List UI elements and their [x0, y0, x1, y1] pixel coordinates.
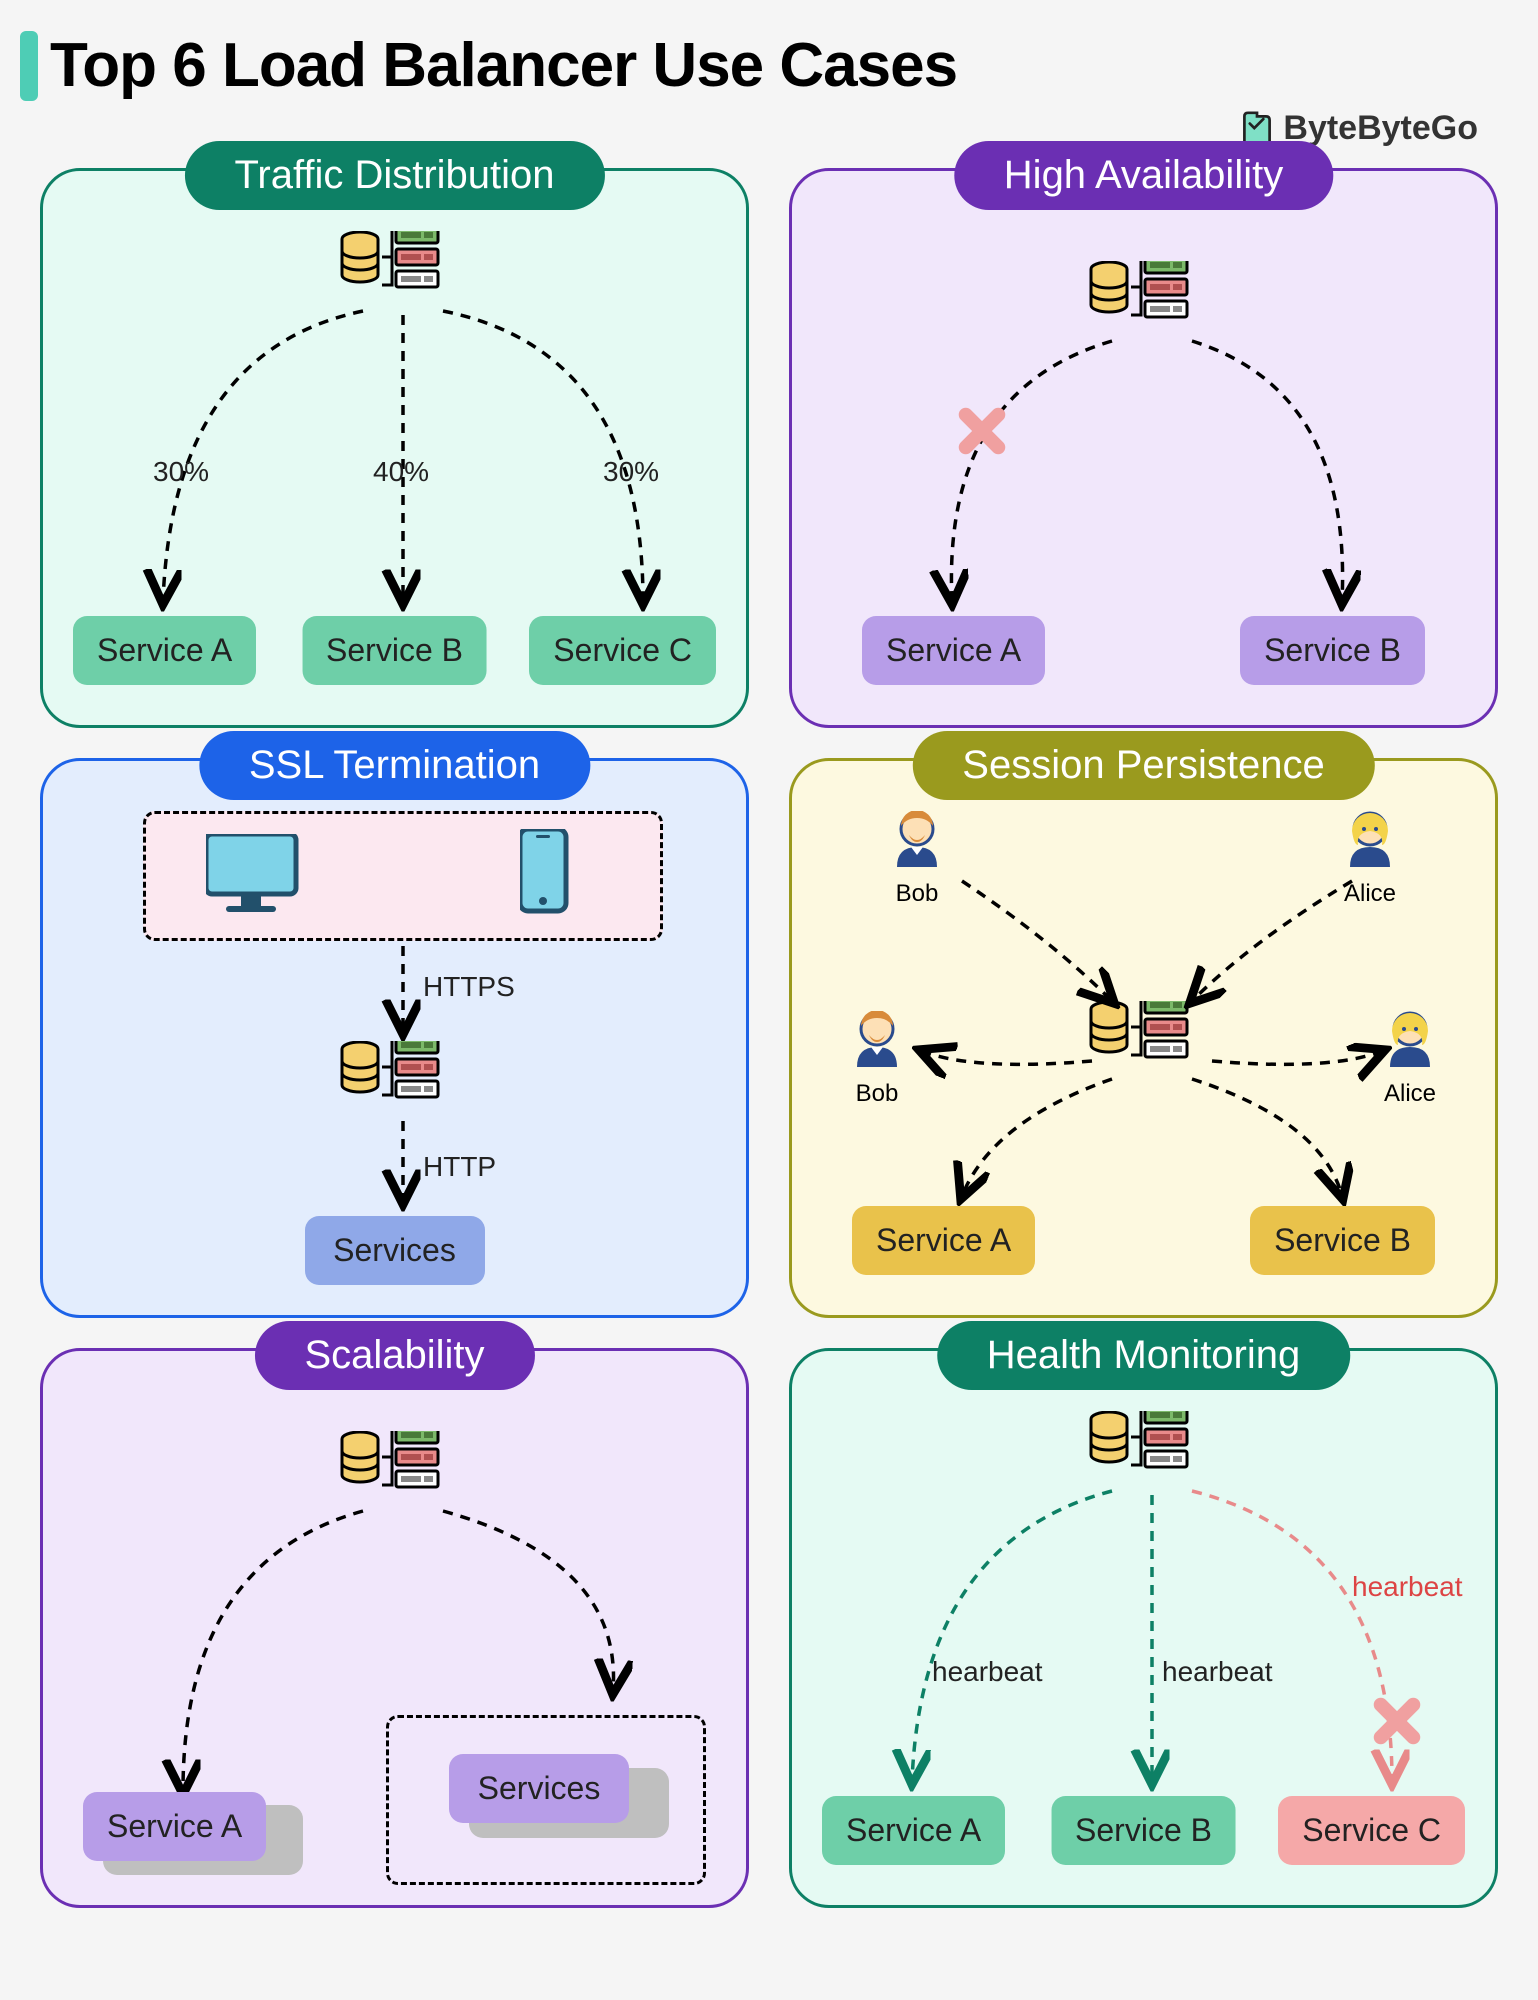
card-title: Traffic Distribution — [184, 141, 604, 210]
load-balancer-icon — [340, 1041, 450, 1111]
brand-text: ByteByteGo — [1283, 109, 1478, 148]
service-b-box: Service B — [1051, 1796, 1236, 1865]
service-a-box: Service A — [73, 616, 256, 685]
services-box: Services — [305, 1216, 485, 1285]
hb-c-label: hearbeat — [1352, 1571, 1463, 1603]
pct-b-label: 40% — [373, 456, 429, 488]
scaling-group-box: Services — [386, 1715, 706, 1885]
service-a-box: Service A — [862, 616, 1045, 685]
card-scalability: Scalability Service A Services — [40, 1348, 749, 1908]
service-a-box: Service A — [83, 1792, 266, 1861]
page-title: Top 6 Load Balancer Use Cases — [50, 30, 957, 101]
service-b-box: Service B — [1250, 1206, 1435, 1275]
card-title: Health Monitoring — [937, 1321, 1351, 1390]
http-label: HTTP — [423, 1151, 496, 1183]
card-title: SSL Termination — [199, 731, 590, 800]
pct-a-label: 30% — [153, 456, 209, 488]
hb-a-label: hearbeat — [932, 1656, 1043, 1688]
card-ssl-termination: SSL Termination HTTPS HTTP Services — [40, 758, 749, 1318]
card-traffic-distribution: Traffic Distribution 30% 40% 30% Service… — [40, 168, 749, 728]
x-mark-icon — [952, 401, 1012, 461]
services-box: Services — [449, 1754, 629, 1823]
service-a-box: Service A — [852, 1206, 1035, 1275]
service-b-box: Service B — [1240, 616, 1425, 685]
card-session-persistence: Session Persistence Bob Alice Bob Alice — [789, 758, 1498, 1318]
service-a-box: Service A — [822, 1796, 1005, 1865]
card-high-availability: High Availability Service A Service B — [789, 168, 1498, 728]
x-mark-icon — [1367, 1691, 1427, 1751]
accent-bar — [20, 31, 38, 101]
service-c-box: Service C — [1278, 1796, 1465, 1865]
page-header: Top 6 Load Balancer Use Cases — [20, 30, 1518, 101]
cards-grid: Traffic Distribution 30% 40% 30% Service… — [20, 168, 1518, 1908]
card-title: High Availability — [954, 141, 1333, 210]
hb-b-label: hearbeat — [1162, 1656, 1273, 1688]
card-title: Scalability — [254, 1321, 534, 1390]
card-title: Session Persistence — [912, 731, 1374, 800]
service-c-box: Service C — [529, 616, 716, 685]
pct-c-label: 30% — [603, 456, 659, 488]
https-label: HTTPS — [423, 971, 515, 1003]
card-health-monitoring: Health Monitoring hearbeat hearbeat hear… — [789, 1348, 1498, 1908]
service-b-box: Service B — [302, 616, 487, 685]
